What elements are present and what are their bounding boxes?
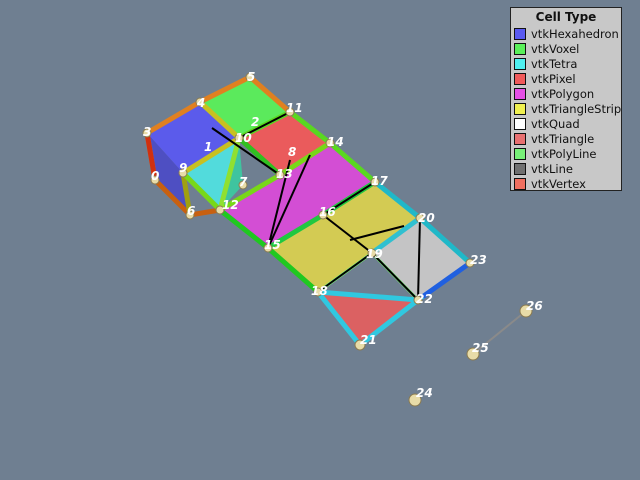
point-label: 0 (151, 169, 159, 183)
point-label: 16 (319, 205, 336, 219)
point-label: 4 (196, 96, 205, 110)
point-label: 20 (418, 211, 435, 225)
legend-label: vtkVoxel (531, 42, 580, 56)
legend-label: vtkLine (531, 162, 573, 176)
legend-entry: vtkVoxel (514, 42, 622, 56)
legend-entry: vtkPolyLine (514, 147, 622, 161)
point-label: 7 (239, 175, 248, 189)
point-label: 17 (371, 174, 388, 188)
legend-label: vtkPixel (531, 72, 576, 86)
legend-entry: vtkTetra (514, 57, 622, 71)
legend-swatch (514, 133, 526, 145)
point-label: 19 (366, 247, 383, 261)
point-label: 9 (179, 161, 187, 175)
legend-entry: vtkVertex (514, 177, 622, 191)
point-label: 6 (187, 204, 195, 218)
legend-swatch (514, 118, 526, 130)
point-label: 22 (416, 292, 433, 306)
point-label: 24 (416, 386, 433, 400)
legend-label: vtkTriangleStrip (531, 102, 622, 116)
cell-type-legend: Cell Type vtkHexahedron vtkVoxel vtkTetra v… (510, 7, 622, 191)
point-label: 15 (264, 238, 281, 252)
point-label: 10 (235, 131, 252, 145)
legend-swatch (514, 43, 526, 55)
legend-swatch (514, 178, 526, 190)
legend-entry: vtkPixel (514, 72, 622, 86)
cell-label: 1 (204, 140, 212, 154)
legend-label: vtkHexahedron (531, 27, 619, 41)
point-label: 12 (222, 198, 239, 212)
legend-entry: vtkTriangleStrip (514, 102, 622, 116)
cell-label: 2 (251, 115, 259, 129)
legend-label: vtkQuad (531, 117, 580, 131)
legend-label: vtkVertex (531, 177, 586, 191)
legend-swatch (514, 88, 526, 100)
legend-label: vtkTetra (531, 57, 578, 71)
legend-entry: vtkLine (514, 162, 622, 176)
legend-entry: vtkTriangle (514, 132, 622, 146)
legend-label: vtkPolyLine (531, 147, 597, 161)
point-label: 23 (470, 253, 487, 267)
point-label: 18 (311, 284, 328, 298)
legend-entry: vtkQuad (514, 117, 622, 131)
cell-label: 8 (288, 145, 296, 159)
legend-entry: vtkPolygon (514, 87, 622, 101)
legend-entry: vtkHexahedron (514, 27, 622, 41)
legend-swatch (514, 148, 526, 160)
point-label: 11 (286, 101, 303, 115)
point-label: 14 (327, 135, 344, 149)
point-label: 25 (472, 341, 489, 355)
point-label: 21 (360, 333, 377, 347)
point-label: 13 (276, 167, 293, 181)
point-label: 26 (526, 299, 543, 313)
legend-title: Cell Type (535, 10, 597, 24)
point-label: 5 (247, 70, 255, 84)
legend-label: vtkTriangle (531, 132, 595, 146)
legend-swatch (514, 58, 526, 70)
legend-swatch (514, 28, 526, 40)
legend-swatch (514, 103, 526, 115)
point-label: 3 (143, 125, 151, 139)
legend-swatch (514, 163, 526, 175)
legend-swatch (514, 73, 526, 85)
legend-label: vtkPolygon (531, 87, 595, 101)
